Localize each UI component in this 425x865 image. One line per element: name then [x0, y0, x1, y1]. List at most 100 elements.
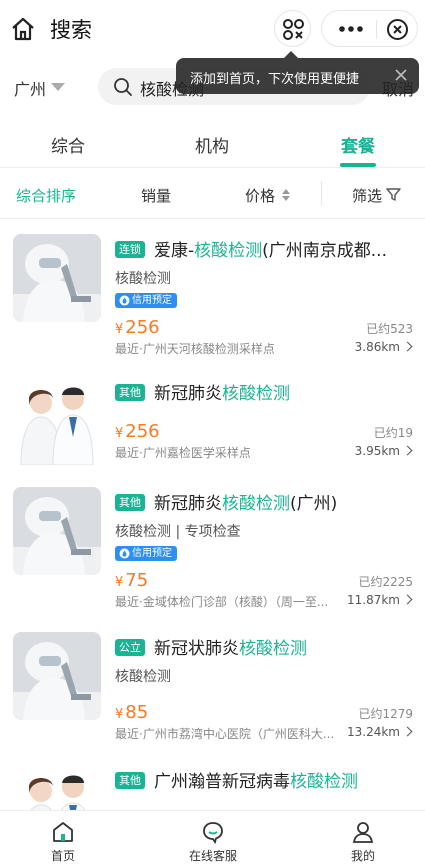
currency-symbol: ¥ — [115, 707, 124, 722]
funnel-icon[interactable] — [386, 187, 401, 202]
top-bar: 搜索 — [0, 0, 425, 58]
tooltip-arrow — [284, 51, 298, 58]
tooltip-text: 添加到首页，下次使用更便捷 — [190, 72, 360, 87]
user-icon — [352, 822, 374, 843]
distance-value: 3.95km — [354, 444, 400, 458]
sort-sales[interactable]: 销量 — [141, 185, 171, 206]
booked-count: 已约1279 — [358, 707, 413, 721]
price-value: 75 — [125, 570, 149, 591]
nearest-address: 最近·金域体检门诊部（核酸）（周一至... — [115, 595, 329, 609]
home-icon — [53, 822, 73, 842]
distance-value: 11.87km — [347, 593, 400, 607]
distance-link[interactable]: 11.87km — [347, 593, 413, 607]
package-name: 新冠状肺炎核酸检测 — [154, 634, 414, 659]
package-name-prefix: 广州瀚普新冠病毒 — [154, 772, 290, 792]
package-price: ¥256 — [115, 317, 160, 338]
filter-divider — [321, 181, 322, 205]
package-tag: 其他 — [115, 494, 145, 511]
nav-home-label: 首页 — [50, 849, 75, 863]
distance-link[interactable]: 3.86km — [354, 340, 413, 354]
package-name-suffix: (广州) — [290, 494, 338, 514]
package-tag: 其他 — [115, 772, 145, 789]
nav-customer-service-label: 在线客服 — [188, 849, 237, 863]
booked-count: 已约2225 — [358, 575, 413, 589]
package-subtitle: 核酸检测 — [115, 271, 171, 287]
tab-package[interactable]: 套餐 — [341, 132, 375, 157]
package-name-prefix: 新冠肺炎 — [154, 384, 222, 404]
active-tab-indicator — [340, 163, 376, 167]
nearest-address: 最近·广州天河核酸检测采样点 — [115, 342, 275, 356]
scan-icon — [283, 19, 304, 40]
city-selector[interactable]: 广州 — [14, 76, 46, 100]
search-page: 搜索 广州 核酸检测 取消 — [0, 0, 425, 865]
nav-home[interactable]: 首页 — [13, 811, 113, 865]
sort-comprehensive[interactable]: 综合排序 — [16, 185, 76, 206]
package-name-prefix: 新冠肺炎 — [154, 494, 222, 514]
distance-value: 3.86km — [354, 340, 400, 354]
page-title: 搜索 — [50, 18, 92, 42]
credit-badge: 信用预定 — [115, 293, 177, 308]
package-thumbnail — [13, 377, 101, 465]
package-name: 广州瀚普新冠病毒核酸检测 — [154, 767, 414, 792]
distance-value: 13.24km — [347, 725, 400, 739]
sort-arrows-icon[interactable] — [281, 188, 291, 202]
price-value: 85 — [125, 702, 149, 723]
scan-button[interactable] — [274, 10, 311, 47]
distance-link[interactable]: 3.95km — [354, 444, 413, 458]
nearest-address: 最近·广州嘉检医学采样点 — [115, 446, 251, 460]
package-name-highlight: 核酸检测 — [222, 384, 290, 404]
result-tabs: 综合 机构 套餐 — [0, 118, 425, 168]
sort-price[interactable]: 价格 — [245, 185, 275, 206]
package-tag: 公立 — [115, 639, 145, 656]
bottom-nav: 首页 在线客服 我的 — [0, 810, 425, 865]
package-thumbnail — [13, 487, 101, 575]
more-icon[interactable] — [336, 19, 366, 39]
tab-institution[interactable]: 机构 — [195, 132, 229, 157]
package-name-highlight: 核酸检测 — [290, 772, 358, 792]
chevron-right-icon — [402, 341, 413, 352]
chevron-down-icon[interactable] — [51, 83, 65, 91]
package-name-highlight: 核酸检测 — [194, 241, 263, 261]
package-name-highlight: 核酸检测 — [239, 639, 307, 659]
tab-comprehensive[interactable]: 综合 — [51, 132, 85, 157]
distance-link[interactable]: 13.24km — [347, 725, 413, 739]
chevron-right-icon — [402, 594, 413, 605]
add-to-home-tooltip: 添加到首页，下次使用更便捷 — [176, 51, 419, 94]
credit-icon — [119, 548, 130, 559]
package-price: ¥75 — [115, 570, 148, 591]
nav-mine-label: 我的 — [350, 849, 375, 863]
tooltip-close-icon[interactable] — [393, 67, 409, 83]
filter-bar: 综合排序 销量 价格 筛选 — [0, 169, 425, 219]
package-name-highlight: 核酸检测 — [222, 494, 290, 514]
package-price: ¥256 — [115, 421, 160, 442]
chevron-right-icon — [402, 445, 413, 456]
price-value: 256 — [125, 421, 160, 442]
nearest-address: 最近·广州市荔湾中心医院（广州医科大... — [115, 727, 335, 741]
currency-symbol: ¥ — [115, 426, 124, 441]
package-tag: 连锁 — [115, 241, 145, 258]
booked-count: 已约523 — [366, 322, 413, 336]
nav-customer-service[interactable]: 在线客服 — [163, 811, 263, 865]
currency-symbol: ¥ — [115, 575, 124, 590]
filter-button[interactable]: 筛选 — [352, 185, 382, 206]
search-icon — [114, 78, 132, 96]
credit-icon — [119, 295, 130, 306]
package-name: 新冠肺炎核酸检测 — [154, 379, 414, 404]
booked-count: 已约19 — [373, 426, 413, 440]
capsule-divider — [376, 20, 377, 39]
package-name: 爱康-核酸检测(广州南京成都... — [154, 236, 414, 261]
package-name: 新冠肺炎核酸检测(广州) — [154, 489, 414, 514]
close-icon[interactable] — [386, 18, 409, 41]
credit-badge-label: 信用预定 — [132, 548, 172, 559]
credit-badge: 信用预定 — [115, 546, 177, 561]
package-name-prefix: 爱康- — [154, 241, 195, 261]
home-icon[interactable] — [10, 16, 36, 42]
currency-symbol: ¥ — [115, 322, 124, 337]
package-tag: 其他 — [115, 384, 145, 401]
price-value: 256 — [125, 317, 160, 338]
chevron-right-icon — [402, 726, 413, 737]
mini-program-capsule — [321, 10, 418, 47]
package-thumbnail — [13, 632, 101, 720]
nav-mine[interactable]: 我的 — [313, 811, 413, 865]
package-name-suffix: (广州南京成都... — [262, 241, 387, 261]
